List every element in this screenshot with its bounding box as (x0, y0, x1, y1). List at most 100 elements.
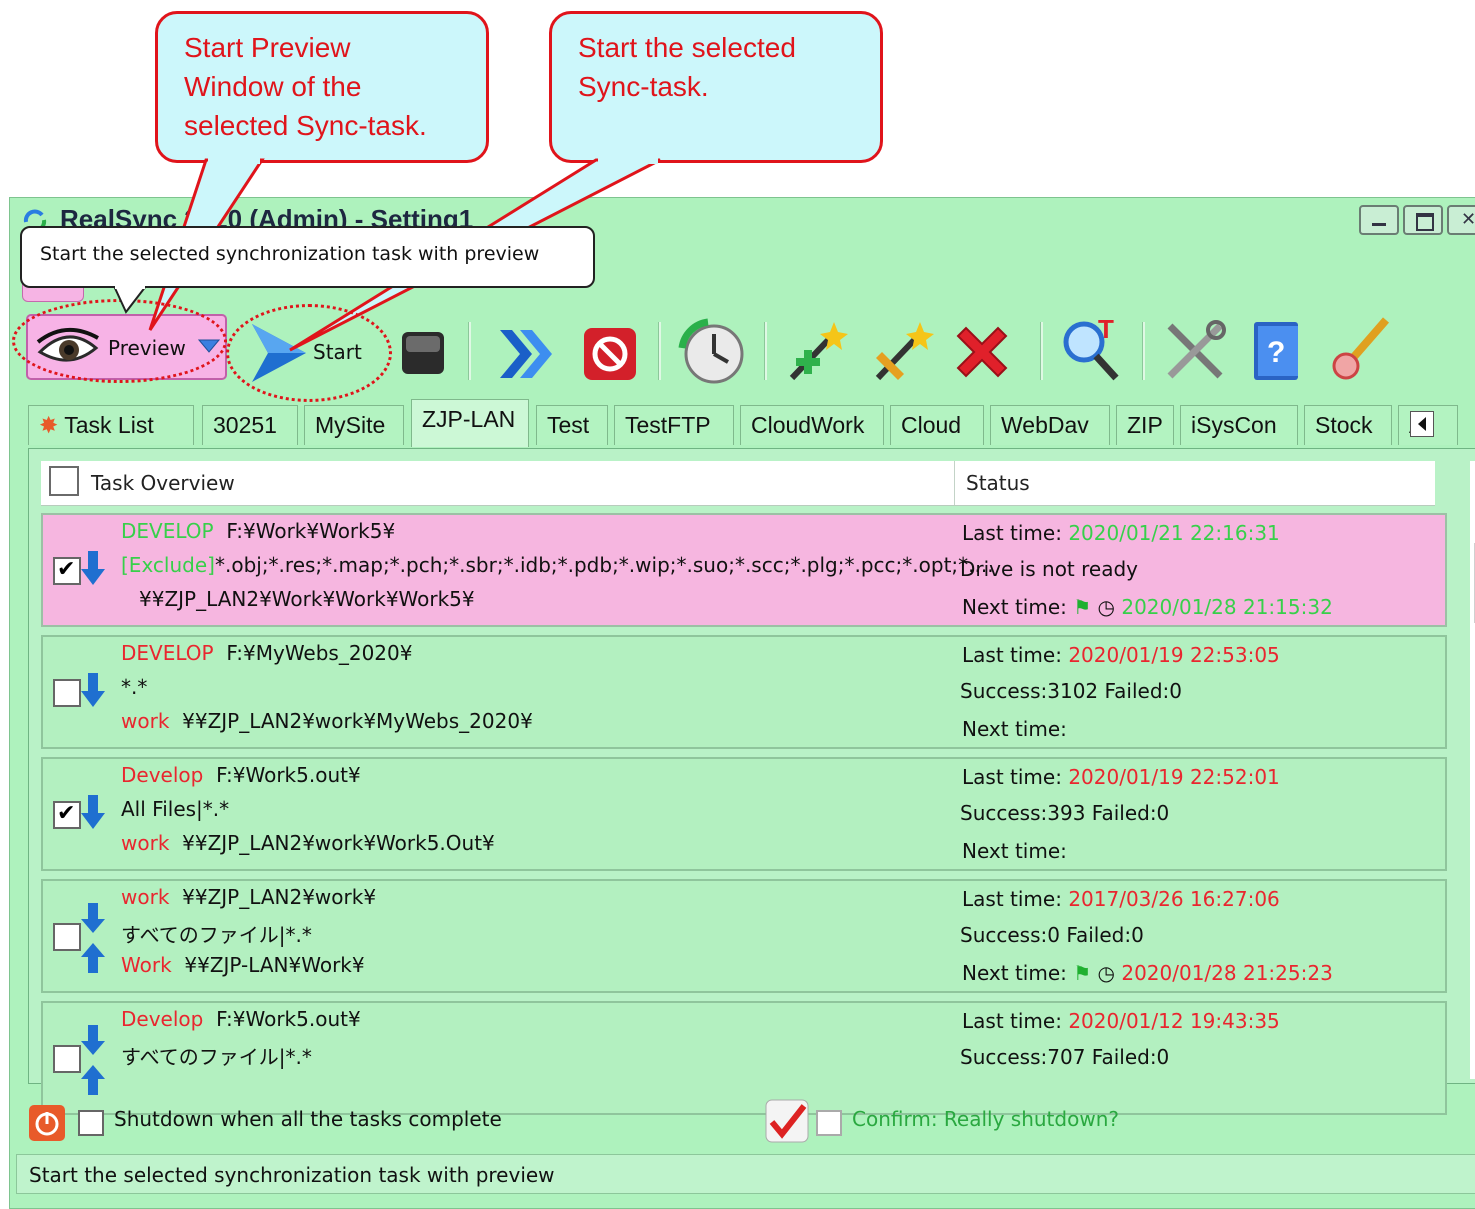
callout-preview: Start Preview Window of the selected Syn… (155, 11, 489, 163)
source-path: F:¥MyWebs_2020¥ (226, 641, 413, 665)
schedule-icon[interactable] (678, 318, 746, 386)
confirm-check-icon (765, 1099, 809, 1143)
minimize-icon[interactable] (1359, 205, 1399, 235)
last-time-value: 2020/01/19 22:52:01 (1068, 765, 1280, 789)
tab-cloud[interactable]: Cloud (890, 405, 984, 445)
task-row[interactable]: Develop F:¥Work5.out¥ All Files|*.* work ¥… (41, 757, 1447, 871)
last-time-value: 2020/01/21 22:16:31 (1068, 521, 1280, 545)
source-line: Develop F:¥Work5.out¥ (121, 1007, 361, 1031)
power-icon[interactable] (28, 1104, 66, 1142)
sync-down-arrow-icon (79, 793, 107, 838)
status-bar: Start the selected synchronization task … (16, 1154, 1475, 1194)
toolbar-separator (1040, 322, 1043, 380)
filter-text: すべてのファイル|*.* (121, 923, 312, 947)
tooltip: Start the selected synchronization task … (20, 226, 595, 288)
tab-zjp-lan[interactable]: ZJP-LAN (411, 399, 529, 447)
tab-label: TestFTP (625, 412, 711, 438)
next-time-value: 2020/01/28 21:25:23 (1121, 961, 1333, 985)
new-task-icon[interactable] (782, 318, 848, 384)
tab-mysite[interactable]: MySite (304, 405, 404, 445)
destination-label: Work (121, 953, 172, 977)
sync-both-arrows-icon (79, 1023, 107, 1102)
callout-line: selected Sync-task. (184, 110, 427, 141)
tab-zip[interactable]: ZIP (1116, 405, 1174, 445)
toolbar-separator (658, 322, 661, 380)
result-text: Success:0 Failed:0 (960, 923, 1144, 947)
tooltip-tail (113, 286, 147, 314)
tab-stock[interactable]: Stock (1304, 405, 1392, 445)
filter-line: *.* (121, 675, 147, 699)
destination-label: work (121, 831, 170, 855)
tab-testftp[interactable]: TestFTP (614, 405, 734, 445)
tab-scroll-left-icon[interactable] (1410, 411, 1434, 437)
column-divider[interactable] (954, 461, 955, 505)
edit-task-icon[interactable] (868, 318, 934, 384)
stop-icon[interactable] (400, 330, 446, 376)
last-time-label: Last time: (962, 521, 1062, 545)
task-checkbox[interactable] (53, 1045, 81, 1073)
destination-line: work ¥¥ZJP_LAN2¥work¥MyWebs_2020¥ (121, 709, 533, 733)
next-time-line: Next time: (962, 839, 1067, 863)
tab-cloudwork[interactable]: CloudWork (740, 405, 884, 445)
last-time-line: Last time: 2017/03/26 16:27:06 (962, 887, 1280, 911)
callout-line: Sync-task. (578, 71, 709, 102)
svg-text:T: T (1098, 314, 1114, 344)
confirm-label: Confirm: Really shutdown? (852, 1107, 1119, 1131)
delete-icon[interactable] (952, 322, 1012, 382)
select-all-checkbox[interactable] (49, 466, 79, 496)
next-time-label: Next time: (962, 595, 1067, 619)
result-text: Success:3102 Failed:0 (960, 679, 1183, 703)
tab-webdav[interactable]: WebDav (990, 405, 1110, 445)
task-row[interactable]: work ¥¥ZJP_LAN2¥work¥ すべてのファイル|*.* Work ¥¥… (41, 879, 1447, 993)
settings-icon[interactable] (1162, 318, 1228, 384)
source-line: DEVELOP F:¥MyWebs_2020¥ (121, 641, 412, 665)
source-path: F:¥Work5.out¥ (216, 763, 361, 787)
destination-line: work ¥¥ZJP_LAN2¥work¥Work5.Out¥ (121, 831, 495, 855)
filter-prefix: [Exclude] (121, 553, 215, 577)
tab-task-list[interactable]: ✸ Task List (28, 405, 194, 445)
tab-isyscon[interactable]: iSysCon (1180, 405, 1298, 445)
header-task-overview[interactable]: Task Overview (91, 471, 235, 495)
source-label: DEVELOP (121, 641, 214, 665)
source-line: Develop F:¥Work5.out¥ (121, 763, 361, 787)
maximize-icon[interactable] (1403, 205, 1443, 235)
destination-path: ¥¥ZJP_LAN2¥Work¥Work¥Work5¥ (139, 587, 475, 611)
search-icon[interactable]: T (1058, 314, 1122, 382)
tab-label: Cloud (901, 412, 962, 438)
svg-text:?: ? (1267, 336, 1285, 369)
sync-both-arrows-icon (79, 901, 107, 980)
confirm-checkbox[interactable] (816, 1110, 842, 1136)
clear-icon[interactable] (1330, 312, 1396, 382)
last-time-label: Last time: (962, 643, 1062, 667)
source-label: Develop (121, 763, 204, 787)
task-checkbox[interactable] (53, 801, 81, 829)
filter-line: [Exclude]*.obj;*.res;*.map;*.pch;*.sbr;*… (121, 553, 994, 577)
destination-line: ¥¥ZJP_LAN2¥Work¥Work¥Work5¥ (139, 587, 475, 611)
next-time-label: Next time: (962, 961, 1067, 985)
help-icon[interactable]: ? (1250, 318, 1306, 384)
clock-icon: ◷ (1097, 961, 1115, 985)
close-icon[interactable] (1447, 205, 1475, 235)
vertical-scrollbar[interactable]: ⌃ ⌄ (1470, 461, 1475, 1079)
task-checkbox[interactable] (53, 557, 81, 585)
next-time-value: 2020/01/28 21:15:32 (1121, 595, 1333, 619)
last-time-line: Last time: 2020/01/21 22:16:31 (962, 521, 1280, 545)
flag-icon: ⚑ (1073, 595, 1092, 619)
source-path: ¥¥ZJP_LAN2¥work¥ (182, 885, 377, 909)
next-time-line: Next time: ⚑ ◷ 2020/01/28 21:15:32 (962, 595, 1333, 619)
last-time-label: Last time: (962, 887, 1062, 911)
flag-icon: ⚑ (1073, 961, 1092, 985)
run-all-icon[interactable] (498, 326, 558, 382)
tab-30251[interactable]: 30251 (202, 405, 298, 445)
header-status[interactable]: Status (966, 471, 1030, 495)
cancel-icon[interactable] (582, 326, 638, 382)
last-time-value: 2020/01/19 22:53:05 (1068, 643, 1280, 667)
tab-test[interactable]: Test (536, 405, 608, 445)
tab-label: Test (547, 412, 590, 438)
task-checkbox[interactable] (53, 679, 81, 707)
filter-text: すべてのファイル|*.* (121, 1045, 312, 1069)
shutdown-checkbox[interactable] (78, 1110, 104, 1136)
task-row[interactable]: DEVELOP F:¥MyWebs_2020¥ *.* work ¥¥ZJP_LAN… (41, 635, 1447, 749)
task-row[interactable]: DEVELOP F:¥Work¥Work5¥ [Exclude]*.obj;*.r… (41, 513, 1447, 627)
task-checkbox[interactable] (53, 923, 81, 951)
